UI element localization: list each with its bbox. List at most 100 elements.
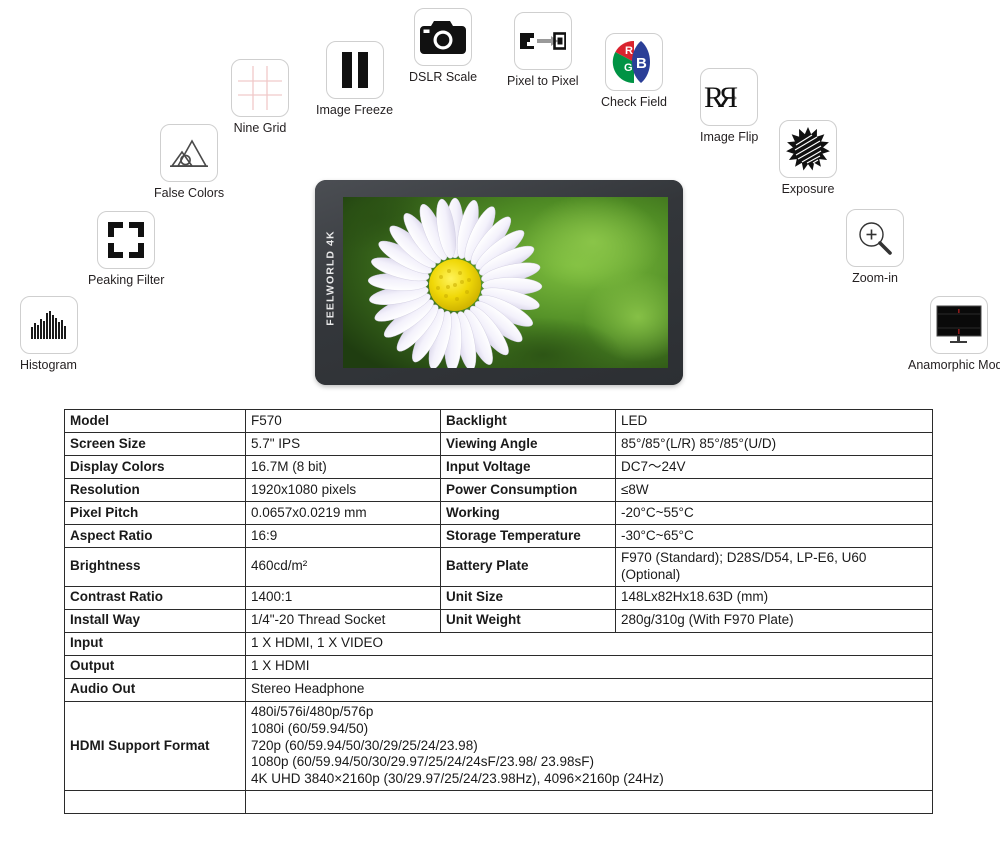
feature-label: Peaking Filter <box>88 273 165 287</box>
spec-value: 16:9 <box>245 524 441 548</box>
spec-value: Stereo Headphone <box>245 677 933 702</box>
feature-pixel-to-pixel[interactable]: Pixel to Pixel <box>507 12 579 89</box>
brand-text: FEELWORLD 4K <box>325 230 338 326</box>
spec-value: 1400:1 <box>245 585 441 610</box>
feature-check-field[interactable]: R G B Check Field <box>601 33 667 110</box>
feature-false-colors[interactable]: False Colors <box>154 124 224 201</box>
table-row: Input 1 X HDMI, 1 X VIDEO <box>64 631 933 656</box>
feature-label: Zoom-in <box>852 271 898 285</box>
product-monitor: FEELWORLD 4K <box>315 180 683 385</box>
feature-label: Nine Grid <box>233 121 287 135</box>
spec-value: 16.7M (8 bit) <box>245 455 441 479</box>
magnifier-plus-icon <box>846 209 904 267</box>
spec-key: Model <box>64 409 246 433</box>
feature-histogram[interactable]: Histogram <box>20 296 78 373</box>
table-row: Audio Out Stereo Headphone <box>64 677 933 702</box>
feature-image-freeze[interactable]: Image Freeze <box>316 41 393 118</box>
spec-key: Display Colors <box>64 455 246 479</box>
spec-table-body: Model F570 Backlight LED Screen Size 5.7… <box>64 409 933 815</box>
spec-value: -30°C~65°C <box>615 524 933 548</box>
spec-key: Aspect Ratio <box>64 524 246 548</box>
spec-key: Pixel Pitch <box>64 501 246 525</box>
table-row: Aspect Ratio 16:9 Storage Temperature -3… <box>64 524 933 548</box>
spec-key: HDMI Support Format <box>64 700 246 792</box>
false-colors-icon <box>160 124 219 182</box>
table-row-hdmi-format: HDMI Support Format 480i/576i/480p/576p … <box>64 700 933 792</box>
spec-value: 148Lx82Hx18.63D (mm) <box>615 585 933 610</box>
spec-value: LED <box>615 409 933 433</box>
monitor-brand-label: FEELWORLD 4K <box>321 218 341 338</box>
spec-key: Resolution <box>64 478 246 502</box>
feature-label: False Colors <box>154 186 225 200</box>
feature-label: Exposure <box>781 182 835 196</box>
spec-key: Brightness <box>64 547 246 587</box>
hdmi-format-line: 4K UHD 3840×2160p (30/29.97/25/24/23.98H… <box>251 771 664 787</box>
sun-exposure-icon <box>779 120 837 178</box>
spec-key: Input Voltage <box>440 455 616 479</box>
hdmi-format-value: 480i/576i/480p/576p 1080i (60/59.94/50) … <box>245 700 933 792</box>
spec-key: Contrast Ratio <box>64 585 246 610</box>
spec-key: Screen Size <box>64 432 246 456</box>
spec-key: Battery Plate <box>440 547 616 587</box>
spec-key: Viewing Angle <box>440 432 616 456</box>
image-flip-right-glyph: R <box>718 81 738 113</box>
feature-label: Histogram <box>20 358 77 372</box>
feature-label: Pixel to Pixel <box>507 74 579 88</box>
spec-value: 1920x1080 pixels <box>245 478 441 502</box>
spec-value: ≤8W <box>615 478 933 502</box>
pause-icon <box>325 41 384 99</box>
hdmi-format-line: 480i/576i/480p/576p <box>251 703 374 719</box>
spec-key: Storage Temperature <box>440 524 616 548</box>
table-row: Output 1 X HDMI <box>64 654 933 679</box>
table-row: Contrast Ratio 1400:1 Unit Size 148Lx82H… <box>64 585 933 610</box>
nine-grid-icon <box>231 59 289 117</box>
spec-key: Install Way <box>64 608 246 633</box>
feature-label: Anamorphic Mode <box>908 358 1000 372</box>
feature-dslr-scale[interactable]: DSLR Scale <box>409 8 477 85</box>
table-row: Brightness 460cd/m² Battery Plate F970 (… <box>64 547 933 587</box>
spec-value <box>245 790 933 815</box>
rgb-check-field-icon: R G B <box>605 33 663 91</box>
feature-anamorphic-mode[interactable]: Anamorphic Mode <box>908 296 1000 373</box>
image-flip-icon: R R <box>700 68 759 126</box>
feature-peaking-filter[interactable]: Peaking Filter <box>88 211 164 288</box>
spec-value: 460cd/m² <box>245 547 441 587</box>
spec-value: F570 <box>245 409 441 433</box>
feature-label: Check Field <box>601 95 667 109</box>
feature-nine-grid[interactable]: Nine Grid <box>231 59 289 136</box>
monitor-screen <box>343 197 668 368</box>
spec-key: Working <box>440 501 616 525</box>
feature-zoom-in[interactable]: Zoom-in <box>846 209 904 286</box>
table-row: Resolution 1920x1080 pixels Power Consum… <box>64 478 933 502</box>
table-row: Model F570 Backlight LED <box>64 409 933 433</box>
hdmi-format-line: 720p (60/59.94/50/30/29/25/24/23.98) <box>251 737 478 753</box>
table-row-truncated <box>64 790 933 815</box>
spec-value: -20°C~55°C <box>615 501 933 525</box>
hdmi-format-line: 1080p (60/59.94/50/30/29.97/25/24/24sF/2… <box>251 754 595 770</box>
spec-value: DC7～24V <box>615 455 933 479</box>
spec-value: 85°/85°(L/R) 85°/85°(U/D) <box>615 432 933 456</box>
table-row: Pixel Pitch 0.0657x0.0219 mm Working -20… <box>64 501 933 525</box>
spec-value: 1/4"-20 Thread Socket <box>245 608 441 633</box>
spec-value: 1 X HDMI <box>245 654 933 679</box>
spec-key: Power Consumption <box>440 478 616 502</box>
feature-label: DSLR Scale <box>409 70 478 84</box>
check-field-letter-g: G <box>624 62 633 74</box>
table-row: Screen Size 5.7" IPS Viewing Angle 85°/8… <box>64 432 933 456</box>
specification-table: Model F570 Backlight LED Screen Size 5.7… <box>64 409 933 815</box>
feature-label: Image Flip <box>700 130 759 144</box>
check-field-letter-b: B <box>636 55 647 72</box>
spec-value: 0.0657x0.0219 mm <box>245 501 441 525</box>
monitor-icon <box>929 296 988 354</box>
feature-image-flip[interactable]: R R Image Flip <box>700 68 758 145</box>
hdmi-format-line: 1080i (60/59.94/50) <box>251 720 369 736</box>
pixel-to-pixel-icon <box>513 12 572 70</box>
histogram-icon <box>20 296 78 354</box>
spec-value: 280g/310g (With F970 Plate) <box>615 608 933 633</box>
spec-key: Unit Size <box>440 585 616 610</box>
peaking-filter-icon <box>97 211 156 269</box>
spec-value: 5.7" IPS <box>245 432 441 456</box>
spec-key: Unit Weight <box>440 608 616 633</box>
spec-value: 1 X HDMI, 1 X VIDEO <box>245 631 933 656</box>
feature-exposure[interactable]: Exposure <box>779 120 837 197</box>
